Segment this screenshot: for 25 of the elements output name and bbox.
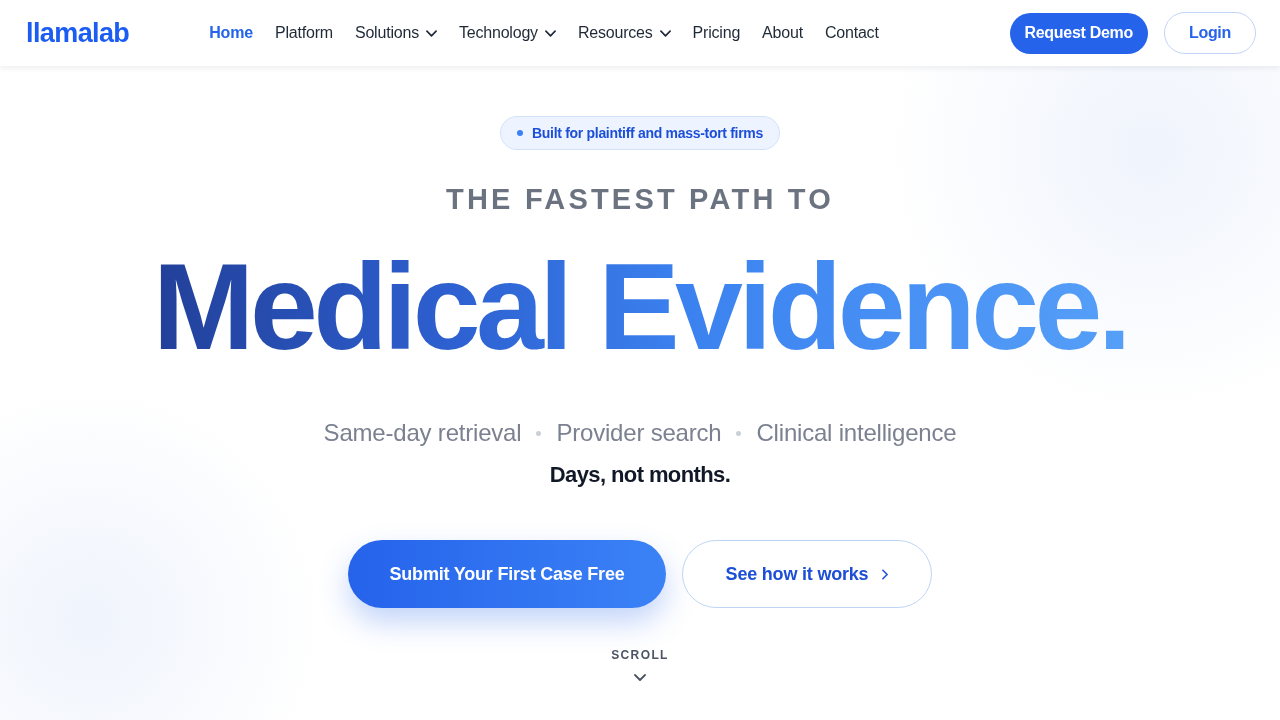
badge-text: Built for plaintiff and mass-tort firms [532, 125, 763, 141]
nav-link[interactable]: Contact [824, 20, 879, 46]
login-button[interactable]: Login [1163, 12, 1256, 54]
separator-dot-icon [736, 430, 742, 436]
chevron-down-icon [634, 674, 646, 681]
separator-dot-icon [536, 430, 542, 436]
feature-text: Clinical intelligence [756, 418, 957, 448]
nav-link[interactable]: Pricing [692, 20, 741, 46]
see-how-button[interactable]: See how it works [682, 540, 932, 608]
logo[interactable]: llamalab [26, 19, 130, 47]
nav-link[interactable]: Solutions [354, 20, 437, 46]
feature-text: Same-day retrieval [323, 418, 522, 448]
request-demo-button[interactable]: Request Demo [1009, 12, 1148, 54]
eyebrow-text: THE FASTEST PATH TO [446, 182, 834, 216]
nav-link[interactable]: Home [209, 20, 253, 46]
nav-link[interactable]: Resources [577, 20, 671, 46]
nav-link[interactable]: Technology [458, 20, 556, 46]
tagline-text: Days, not months. [549, 461, 731, 489]
feature-text: Provider search [556, 418, 722, 448]
nav-link[interactable]: Platform [274, 20, 333, 46]
submit-case-button[interactable]: Submit Your First Case Free [348, 540, 666, 608]
scroll-label: SCROLL [611, 648, 669, 662]
dot-icon [517, 130, 523, 136]
chevron-right-icon [882, 568, 889, 580]
nav-link[interactable]: About [762, 20, 803, 46]
